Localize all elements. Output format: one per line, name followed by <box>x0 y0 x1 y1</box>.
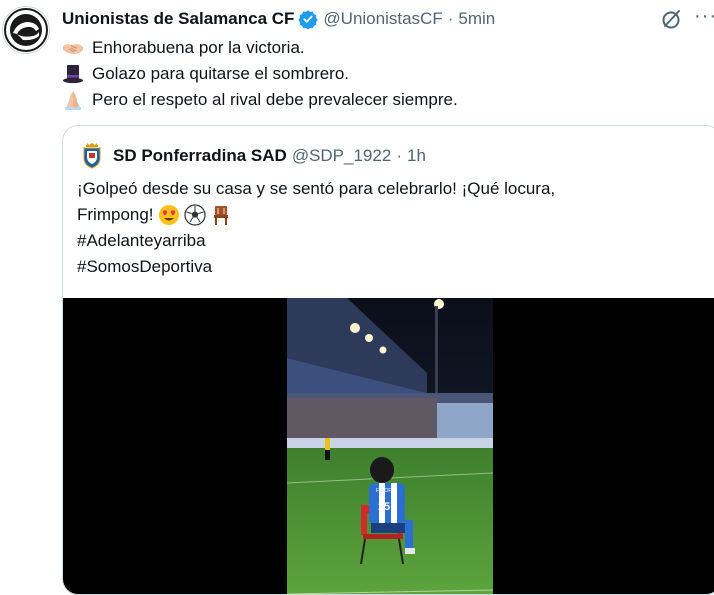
player-number: 15 <box>378 501 390 513</box>
handshake-emoji <box>63 44 83 54</box>
unionistas-logo <box>4 8 48 52</box>
quoted-time[interactable]: 1h <box>407 146 426 166</box>
separator-dot: · <box>447 9 454 28</box>
tweet-line-text: Golazo para quitarse el sombrero. <box>92 64 350 83</box>
stadium-scene: 15 F. SOFÍA <box>287 298 493 594</box>
author-name[interactable]: Unionistas de Salamanca CF <box>62 9 294 29</box>
tweet-time[interactable]: 5min <box>458 9 495 29</box>
quoted-line: ¡Golpeó desde su casa y se sentó para ce… <box>77 179 556 198</box>
tweet-line: Enhorabuena por la victoria. <box>62 35 702 61</box>
player-name: F. SOFÍA <box>376 487 397 494</box>
quoted-tweet[interactable]: SD Ponferradina SAD @SDP_1922 · 1h ¡Golp… <box>62 125 714 595</box>
chair-emoji <box>213 206 228 225</box>
soccer-ball-emoji <box>183 204 206 226</box>
more-options-icon[interactable]: ··· <box>694 6 714 26</box>
top-hat-emoji <box>63 65 83 84</box>
separator-dot: · <box>396 146 402 165</box>
tweet-line-text: Pero el respeto al rival debe prevalecer… <box>92 90 458 109</box>
hashtag-adelanteyarriba[interactable]: #Adelanteyarriba <box>77 228 707 254</box>
quoted-line: Frimpong! <box>77 202 707 228</box>
quoted-header: SD Ponferradina SAD @SDP_1922 · 1h <box>81 143 426 169</box>
tweet-line-text: Enhorabuena por la victoria. <box>92 38 305 57</box>
grok-icon[interactable] <box>660 7 684 31</box>
author-avatar[interactable] <box>2 6 50 54</box>
quoted-text: ¡Golpeó desde su casa y se sentó para ce… <box>77 176 707 280</box>
quoted-author-handle[interactable]: @SDP_1922 <box>292 146 392 166</box>
verified-badge-icon <box>298 10 319 29</box>
heart-eyes-emoji <box>158 205 179 225</box>
folded-hands-emoji <box>65 91 81 110</box>
ponferradina-crest <box>83 143 101 169</box>
tweet-text: Enhorabuena por la victoria. Golazo para… <box>62 35 702 113</box>
quoted-author-name[interactable]: SD Ponferradina SAD <box>113 146 287 166</box>
quoted-line-text: Frimpong! <box>77 205 154 224</box>
tweet-header: Unionistas de Salamanca CF @UnionistasCF… <box>62 8 495 30</box>
video-frame: 15 F. SOFÍA <box>287 298 493 594</box>
author-handle[interactable]: @UnionistasCF <box>323 9 442 29</box>
video-player[interactable]: 15 F. SOFÍA <box>63 298 714 594</box>
tweet-line: Golazo para quitarse el sombrero. <box>62 61 702 87</box>
hashtag-somosdeportiva[interactable]: #SomosDeportiva <box>77 254 707 280</box>
tweet-line: Pero el respeto al rival debe prevalecer… <box>62 87 702 113</box>
